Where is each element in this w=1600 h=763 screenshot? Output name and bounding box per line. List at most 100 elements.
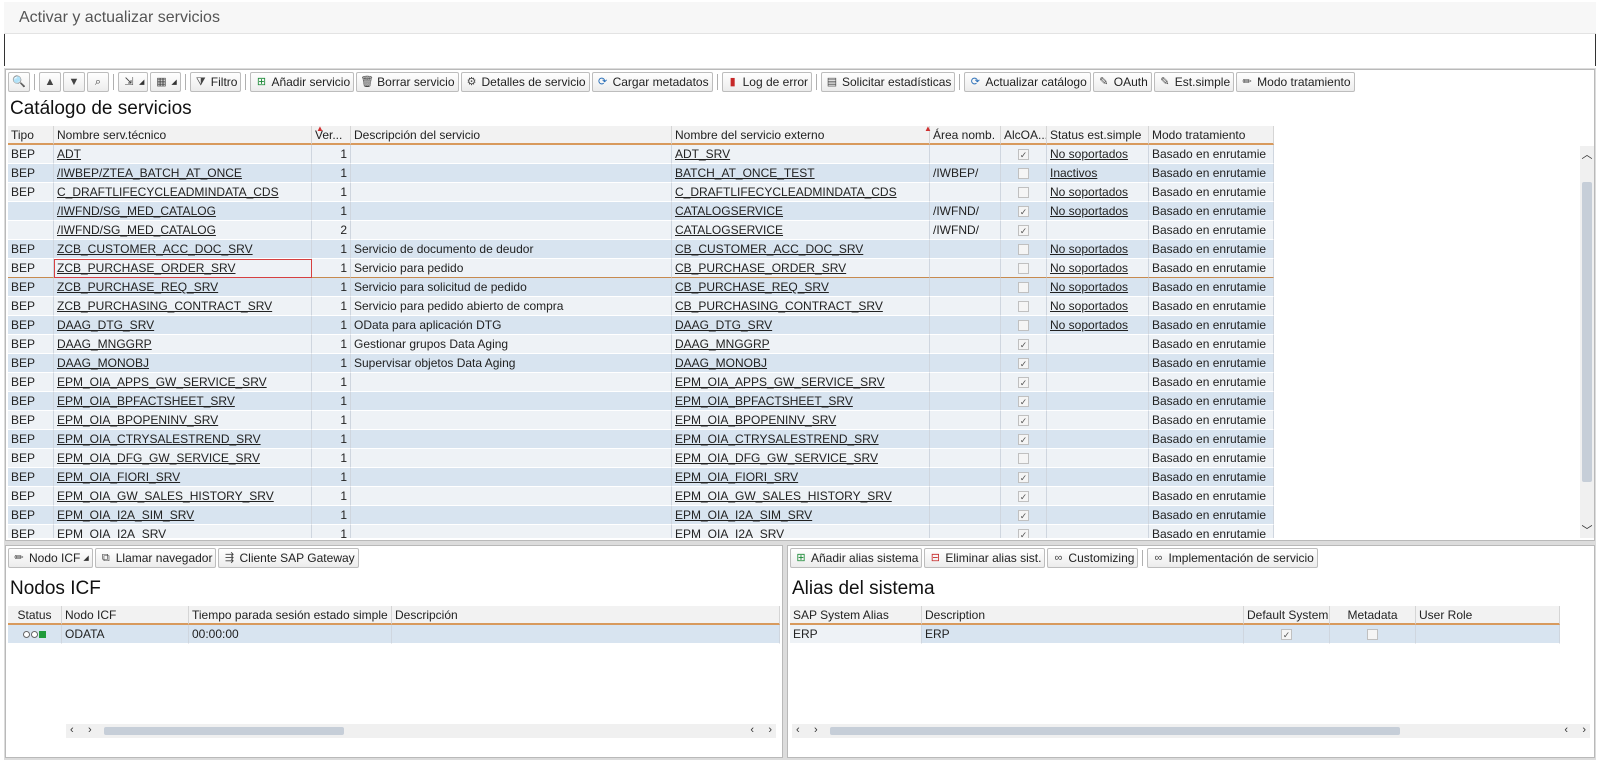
external-name-cell[interactable]: EPM_OIA_BPFACTSHEET_SRV: [672, 392, 930, 411]
status-cell[interactable]: [1047, 221, 1149, 240]
alias-cell[interactable]: ERP: [790, 625, 922, 644]
version-cell[interactable]: 1: [312, 259, 351, 278]
tech-name-cell-link[interactable]: DAAG_MNGGRP: [57, 337, 152, 351]
status-cell[interactable]: Inactivos: [1047, 164, 1149, 183]
tech-name-cell-link[interactable]: DAAG_MONOBJ: [57, 356, 149, 370]
table-row[interactable]: BEP ZCB_PURCHASING_CONTRACT_SRV 1 Servicio …: [8, 297, 1274, 316]
external-name-cell-link[interactable]: EPM_OIA_BPFACTSHEET_SRV: [675, 394, 853, 408]
version-cell[interactable]: 1: [312, 525, 351, 538]
table-row[interactable]: BEP DAAG_MONOBJ 1 Supervisar objetos Data A…: [8, 354, 1274, 373]
type-cell[interactable]: BEP: [8, 468, 54, 487]
alcoa-cell[interactable]: [1001, 183, 1047, 202]
tech-name-cell-link[interactable]: C_DRAFTLIFECYCLEADMINDATA_CDS: [57, 185, 279, 199]
status-cell[interactable]: No soportados: [1047, 278, 1149, 297]
col-header-metadata[interactable]: Metadata: [1330, 606, 1416, 625]
external-name-cell[interactable]: CB_PURCHASING_CONTRACT_SRV: [672, 297, 930, 316]
status-cell[interactable]: [1047, 411, 1149, 430]
alcoa-checkbox[interactable]: ✓: [1018, 491, 1029, 503]
namespace-cell[interactable]: [930, 411, 1001, 430]
version-cell[interactable]: 1: [312, 373, 351, 392]
version-cell[interactable]: 1: [312, 449, 351, 468]
icf-node-cell[interactable]: ODATA: [62, 625, 189, 644]
namespace-cell[interactable]: [930, 468, 1001, 487]
mode-cell[interactable]: Basado en enrutamie: [1149, 145, 1274, 164]
description-cell[interactable]: [351, 145, 672, 164]
tech-name-cell-link[interactable]: ZCB_PURCHASING_CONTRACT_SRV: [57, 299, 272, 313]
table-row[interactable]: BEP EPM_OIA_I2A_SRV 1 EPM_OIA_I2A_SRV ✓ Basad…: [8, 525, 1274, 538]
alcoa-checkbox[interactable]: ✓: [1018, 225, 1029, 237]
filter-button[interactable]: ⧩ Filtro: [189, 72, 242, 92]
customizing-button[interactable]: ∞ Customizing: [1047, 548, 1139, 568]
alcoa-cell[interactable]: ✓: [1001, 373, 1047, 392]
sort-ascending-button[interactable]: ▲: [39, 72, 61, 92]
namespace-cell[interactable]: [930, 316, 1001, 335]
alcoa-checkbox[interactable]: [1018, 168, 1029, 180]
namespace-cell[interactable]: [930, 297, 1001, 316]
alcoa-checkbox[interactable]: [1018, 453, 1029, 465]
mode-cell[interactable]: Basado en enrutamie: [1149, 525, 1274, 538]
tech-name-cell-link[interactable]: EPM_OIA_BPOPENINV_SRV: [57, 413, 218, 427]
status-cell[interactable]: [1047, 487, 1149, 506]
col-header-icf-node[interactable]: Nodo ICF: [62, 606, 189, 625]
tech-name-cell-link[interactable]: EPM_OIA_DFG_GW_SERVICE_SRV: [57, 451, 260, 465]
status-cell-link[interactable]: No soportados: [1050, 280, 1128, 294]
alcoa-checkbox[interactable]: ✓: [1018, 415, 1029, 427]
tech-name-cell[interactable]: EPM_OIA_I2A_SIM_SRV: [54, 506, 312, 525]
col-header-description[interactable]: Descripción del servicio: [351, 126, 672, 145]
alcoa-checkbox[interactable]: ✓: [1018, 434, 1029, 446]
alcoa-checkbox[interactable]: ✓: [1018, 377, 1029, 389]
col-header-status[interactable]: Status: [8, 606, 62, 625]
scroll-thumb[interactable]: [104, 727, 344, 735]
type-cell[interactable]: BEP: [8, 278, 54, 297]
description-cell[interactable]: Servicio para pedido abierto de compra: [351, 297, 672, 316]
type-cell[interactable]: BEP: [8, 525, 54, 538]
tech-name-cell-link[interactable]: ADT: [57, 147, 81, 161]
status-cell[interactable]: No soportados: [1047, 259, 1149, 278]
alcoa-checkbox[interactable]: ✓: [1018, 206, 1029, 218]
external-name-cell[interactable]: CATALOGSERVICE: [672, 221, 930, 240]
scroll-left-icon[interactable]: ‹: [1564, 724, 1568, 736]
description-cell[interactable]: [351, 392, 672, 411]
mode-cell[interactable]: Basado en enrutamie: [1149, 259, 1274, 278]
status-cell-link[interactable]: No soportados: [1050, 204, 1128, 218]
alcoa-checkbox[interactable]: ✓: [1018, 472, 1029, 484]
service-implementation-button[interactable]: ∞ Implementación de servicio: [1147, 548, 1318, 568]
external-name-cell-link[interactable]: DAAG_DTG_SRV: [675, 318, 772, 332]
tech-name-cell-link[interactable]: EPM_OIA_BPFACTSHEET_SRV: [57, 394, 235, 408]
status-cell[interactable]: No soportados: [1047, 240, 1149, 259]
namespace-cell[interactable]: [930, 392, 1001, 411]
tech-name-cell[interactable]: /IWBEP/ZTEA_BATCH_AT_ONCE: [54, 164, 312, 183]
external-name-cell[interactable]: EPM_OIA_DFG_GW_SERVICE_SRV: [672, 449, 930, 468]
gateway-client-button[interactable]: ⇶ Cliente SAP Gateway: [218, 548, 359, 568]
tech-name-cell-link[interactable]: EPM_OIA_CTRYSALESTREND_SRV: [57, 432, 261, 446]
catalog-vertical-scrollbar[interactable]: ︿ ﹀: [1580, 146, 1594, 538]
external-name-cell-link[interactable]: DAAG_MONOBJ: [675, 356, 767, 370]
col-header-timeout[interactable]: Tiempo parada sesión estado simple: [189, 606, 392, 625]
mode-cell[interactable]: Basado en enrutamie: [1149, 297, 1274, 316]
mode-cell[interactable]: Basado en enrutamie: [1149, 392, 1274, 411]
version-cell[interactable]: 1: [312, 297, 351, 316]
external-name-cell-link[interactable]: EPM_OIA_CTRYSALESTREND_SRV: [675, 432, 879, 446]
tech-name-cell[interactable]: ADT: [54, 145, 312, 164]
col-header-tech-name[interactable]: Nombre serv.técnico: [54, 126, 312, 145]
external-name-cell-link[interactable]: EPM_OIA_I2A_SIM_SRV: [675, 508, 812, 522]
alcoa-checkbox[interactable]: [1018, 187, 1029, 199]
version-cell[interactable]: 1: [312, 487, 351, 506]
table-row[interactable]: BEP EPM_OIA_BPOPENINV_SRV 1 EPM_OIA_BPOPENI…: [8, 411, 1274, 430]
tech-name-cell-link[interactable]: ZCB_CUSTOMER_ACC_DOC_SRV: [57, 242, 253, 256]
mode-cell[interactable]: Basado en enrutamie: [1149, 240, 1274, 259]
tech-name-cell-link[interactable]: EPM_OIA_I2A_SRV: [57, 527, 166, 538]
mode-cell[interactable]: Basado en enrutamie: [1149, 373, 1274, 392]
status-cell-link[interactable]: No soportados: [1050, 261, 1128, 275]
tech-name-cell[interactable]: EPM_OIA_FIORI_SRV: [54, 468, 312, 487]
description-cell[interactable]: [351, 487, 672, 506]
version-cell[interactable]: 1: [312, 316, 351, 335]
alcoa-cell[interactable]: ✓: [1001, 487, 1047, 506]
col-header-default-system[interactable]: Default System: [1244, 606, 1330, 625]
est-simple-button[interactable]: ✎ Est.simple: [1153, 72, 1235, 92]
external-name-cell[interactable]: EPM_OIA_GW_SALES_HISTORY_SRV: [672, 487, 930, 506]
namespace-cell[interactable]: [930, 354, 1001, 373]
col-header-description[interactable]: Description: [922, 606, 1244, 625]
type-cell[interactable]: BEP: [8, 449, 54, 468]
external-name-cell-link[interactable]: EPM_OIA_DFG_GW_SERVICE_SRV: [675, 451, 878, 465]
